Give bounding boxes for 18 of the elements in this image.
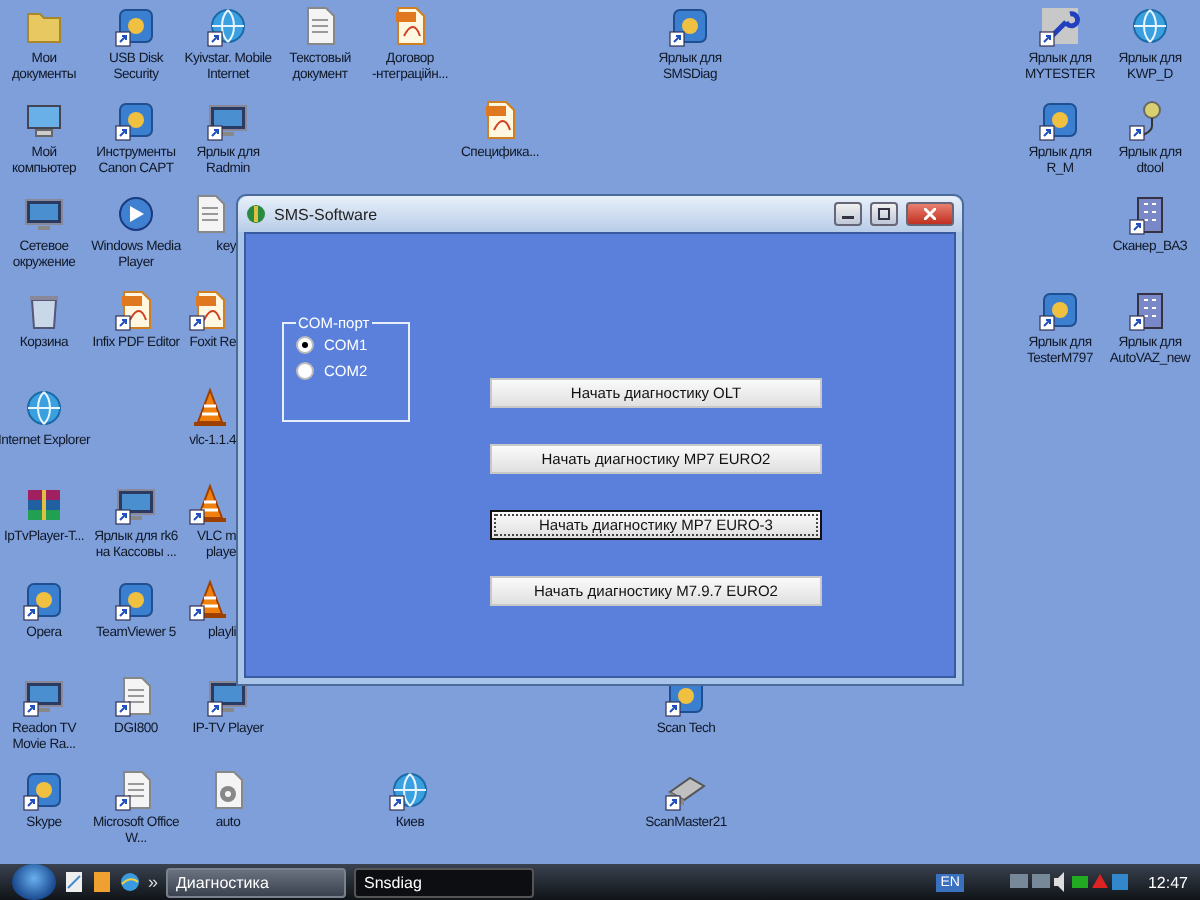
start-button[interactable] xyxy=(12,864,56,900)
maximize-icon xyxy=(878,208,890,220)
app-icon xyxy=(246,204,266,224)
window-title: SMS-Software xyxy=(274,205,380,223)
maximize-button[interactable] xyxy=(870,202,898,226)
taskbar-task[interactable]: Snsdiag xyxy=(354,867,535,897)
radio-button[interactable] xyxy=(296,362,314,380)
close-icon xyxy=(924,208,936,220)
globe-icon[interactable] xyxy=(120,872,140,892)
document-icon[interactable] xyxy=(64,872,84,892)
radio-button[interactable] xyxy=(296,336,314,354)
pdf-document-icon[interactable] xyxy=(92,872,112,892)
taskbar-task[interactable]: Диагностика xyxy=(166,867,347,897)
more-button[interactable]: » xyxy=(148,872,159,892)
minimize-button[interactable] xyxy=(834,202,862,226)
tray-icons-drawing[interactable] xyxy=(1009,872,1130,892)
clock: 12:47 xyxy=(1147,873,1188,891)
close-button[interactable] xyxy=(906,202,954,226)
